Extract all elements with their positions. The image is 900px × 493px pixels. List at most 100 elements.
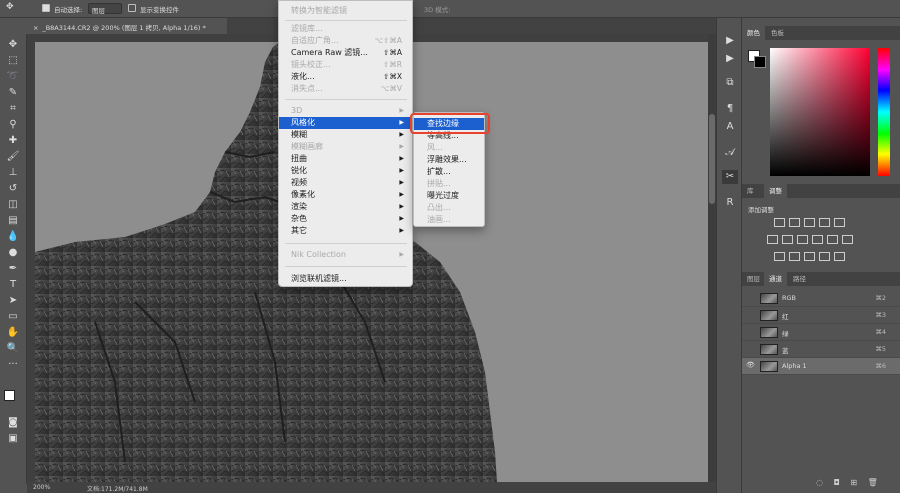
tool-presets-icon[interactable]: ✂	[722, 170, 738, 184]
dodge-tool-icon[interactable]: ●	[4, 246, 22, 260]
crop-tool-icon[interactable]: ⌗	[4, 102, 22, 116]
auto-select-dropdown[interactable]: 图层	[88, 3, 122, 15]
hue-slider[interactable]	[878, 48, 890, 176]
channel-mixer-icon[interactable]	[827, 235, 838, 244]
close-icon[interactable]: ×	[33, 24, 38, 32]
stamp-tool-icon[interactable]: ⊥	[4, 166, 22, 180]
background-swatch[interactable]	[754, 56, 766, 68]
channel-row-red[interactable]: 红 ⌘3	[742, 307, 900, 324]
play-icon[interactable]: ▶	[722, 52, 738, 66]
menu-item-browse-online-filters[interactable]: 浏览联机滤镜...	[279, 273, 412, 285]
menu-item-blur-gallery[interactable]: 模糊画廊 ▶	[279, 141, 412, 153]
color-balance-icon[interactable]	[782, 235, 793, 244]
save-selection-icon[interactable]: ◘	[834, 478, 840, 487]
path-select-tool-icon[interactable]: ➤	[4, 294, 22, 308]
submenu-item-diffuse[interactable]: 扩散...	[414, 166, 484, 178]
threshold-icon[interactable]	[804, 252, 815, 261]
shape-tool-icon[interactable]: ▭	[4, 310, 22, 324]
tab-channels[interactable]: 通道	[764, 272, 787, 286]
more-tools-icon[interactable]: ···	[4, 358, 22, 372]
vertical-scrollbar[interactable]	[708, 34, 716, 482]
delete-channel-icon[interactable]: 🗑	[868, 478, 878, 487]
menu-item-lens-correction[interactable]: 镜头校正... ⇧⌘R	[279, 59, 412, 71]
channel-row-blue[interactable]: 蓝 ⌘5	[742, 341, 900, 358]
vibrance-icon[interactable]	[834, 218, 845, 227]
menu-item-other[interactable]: 其它 ▶	[279, 225, 412, 237]
tab-adjustments[interactable]: 调整	[764, 184, 787, 198]
menu-item-filter-gallery[interactable]: 滤镜库...	[279, 23, 412, 35]
menu-item-pixelate[interactable]: 像素化 ▶	[279, 189, 412, 201]
color-picker-field[interactable]	[770, 48, 870, 176]
visibility-eye-icon[interactable]: 👁	[746, 361, 755, 371]
menu-item-3d[interactable]: 3D ▶	[279, 105, 412, 117]
show-transform-checkbox[interactable]	[128, 4, 136, 12]
submenu-item-oil-paint[interactable]: 油画...	[414, 214, 484, 226]
menu-item-stylize[interactable]: 风格化 ▶	[279, 117, 412, 129]
gradient-tool-icon[interactable]: ▤	[4, 214, 22, 228]
move-tool-icon[interactable]: ✥	[4, 38, 22, 52]
tab-paths[interactable]: 路径	[788, 272, 811, 286]
gradient-map-icon[interactable]	[819, 252, 830, 261]
brightness-icon[interactable]	[774, 218, 785, 227]
menu-item-distort[interactable]: 扭曲 ▶	[279, 153, 412, 165]
selective-color-icon[interactable]	[834, 252, 845, 261]
menu-item-convert-smart-filter[interactable]: 转换为智能滤镜	[279, 5, 412, 17]
levels-icon[interactable]	[789, 218, 800, 227]
auto-select-checkbox[interactable]	[42, 4, 50, 12]
tab-libraries[interactable]: 库	[742, 184, 759, 198]
load-selection-icon[interactable]: ◌	[816, 478, 823, 487]
character-icon[interactable]: ¶	[722, 102, 738, 116]
menu-item-sharpen[interactable]: 锐化 ▶	[279, 165, 412, 177]
submenu-item-solarize[interactable]: 曝光过度	[414, 190, 484, 202]
channel-row-alpha-1[interactable]: 👁 Alpha 1 ⌘6	[742, 358, 900, 375]
marquee-tool-icon[interactable]: ⬚	[4, 54, 22, 68]
hand-tool-icon[interactable]: ✋	[4, 326, 22, 340]
history-icon[interactable]: ▶	[722, 34, 738, 48]
menu-item-noise[interactable]: 杂色 ▶	[279, 213, 412, 225]
invert-icon[interactable]	[774, 252, 785, 261]
zoom-level[interactable]: 200%	[33, 484, 50, 491]
move-icon[interactable]: ✥	[6, 2, 14, 12]
screen-mode-icon[interactable]: ▣	[4, 432, 22, 446]
channel-row-rgb[interactable]: RGB ⌘2	[742, 290, 900, 307]
brush-tool-icon[interactable]: 🖌	[4, 150, 22, 164]
tab-layers[interactable]: 图层	[742, 272, 765, 286]
hue-saturation-icon[interactable]	[767, 235, 778, 244]
curves-icon[interactable]	[804, 218, 815, 227]
paragraph-icon[interactable]: A	[722, 120, 738, 134]
pen-tool-icon[interactable]: ✒	[4, 262, 22, 276]
menu-item-liquify[interactable]: 液化... ⇧⌘X	[279, 71, 412, 83]
healing-tool-icon[interactable]: ✚	[4, 134, 22, 148]
black-white-icon[interactable]	[797, 235, 808, 244]
type-tool-icon[interactable]: T	[4, 278, 22, 292]
new-channel-icon[interactable]: ⊞	[850, 478, 857, 487]
menu-item-render[interactable]: 渲染 ▶	[279, 201, 412, 213]
color-lookup-icon[interactable]	[842, 235, 853, 244]
eyedropper-tool-icon[interactable]: ⚲	[4, 118, 22, 132]
submenu-item-tiles[interactable]: 拼贴...	[414, 178, 484, 190]
document-tab[interactable]: × _B8A3144.CR2 @ 200% (图层 1 拷贝, Alpha 1/1…	[27, 18, 227, 34]
exposure-icon[interactable]	[819, 218, 830, 227]
menu-item-camera-raw[interactable]: Camera Raw 滤镜... ⇧⌘A	[279, 47, 412, 59]
quick-select-tool-icon[interactable]: ✎	[4, 86, 22, 100]
tab-color[interactable]: 颜色	[742, 26, 765, 40]
menu-item-adaptive-wide-angle[interactable]: 自适应广角... ⌥⇧⌘A	[279, 35, 412, 47]
menu-item-video[interactable]: 视频 ▶	[279, 177, 412, 189]
properties-icon[interactable]: ⧉	[722, 76, 738, 90]
blur-tool-icon[interactable]: 💧	[4, 230, 22, 244]
foreground-color-swatch[interactable]	[4, 390, 15, 401]
quick-mask-icon[interactable]: ◙	[4, 416, 22, 430]
photo-filter-icon[interactable]	[812, 235, 823, 244]
glyphs-icon[interactable]: 𝒜	[722, 146, 738, 160]
tab-swatches[interactable]: 色板	[766, 26, 789, 40]
channel-row-green[interactable]: 绿 ⌘4	[742, 324, 900, 341]
scrollbar-thumb[interactable]	[709, 114, 715, 204]
submenu-item-extrude[interactable]: 凸出...	[414, 202, 484, 214]
eraser-tool-icon[interactable]: ◫	[4, 198, 22, 212]
submenu-item-wind[interactable]: 风...	[414, 142, 484, 154]
submenu-item-emboss[interactable]: 浮雕效果...	[414, 154, 484, 166]
menu-item-vanishing-point[interactable]: 消失点... ⌥⌘V	[279, 83, 412, 95]
history-brush-tool-icon[interactable]: ↺	[4, 182, 22, 196]
zoom-tool-icon[interactable]: 🔍	[4, 342, 22, 356]
posterize-icon[interactable]	[789, 252, 800, 261]
